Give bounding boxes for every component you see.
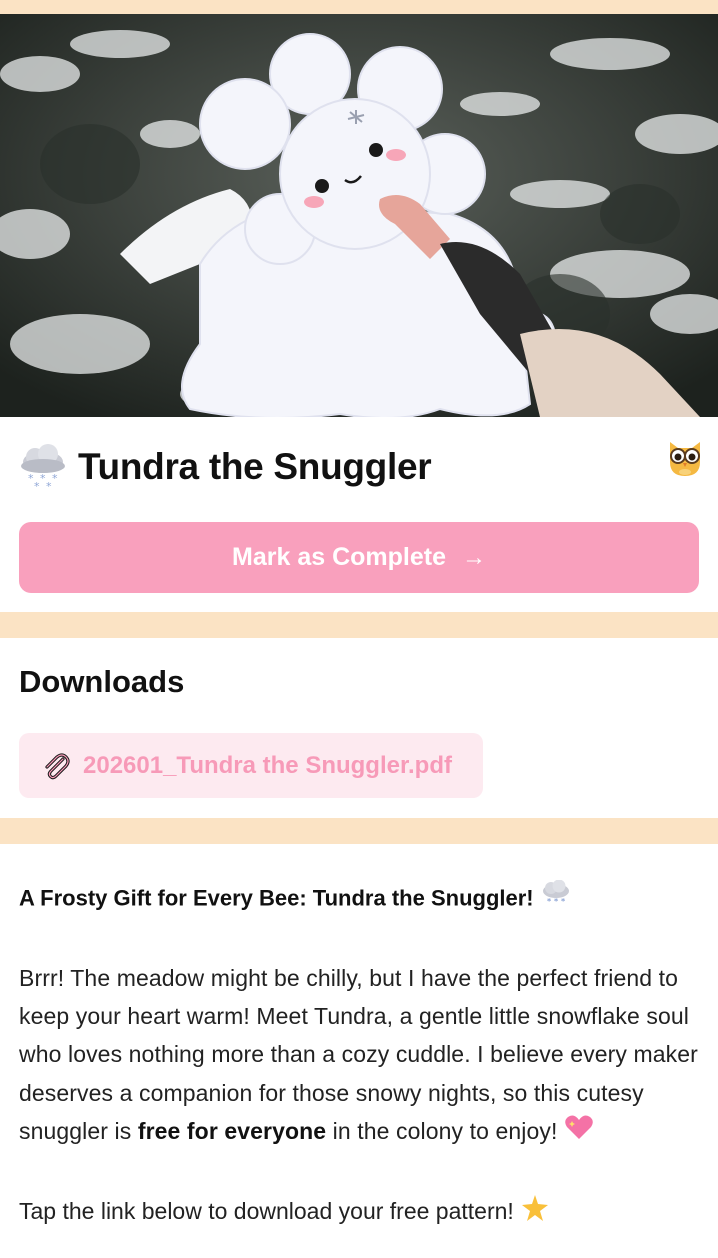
mark-complete-label: Mark as Complete [232,543,446,571]
article-heading-text: A Frosty Gift for Every Bee: Tundra the … [19,885,534,911]
cloud-snow-icon: * * * * * [18,444,68,493]
bold-text: free for everyone [137,1117,327,1144]
svg-text:*: * [34,480,40,490]
snowflake-plush-photo [0,14,718,417]
star-icon [520,1193,550,1234]
svg-text:*: * [547,897,552,906]
file-name: 202601_Tundra the Snuggler.pdf [83,751,452,779]
owl-avatar-icon[interactable] [664,436,706,478]
paperclip-icon [41,751,71,781]
sparkling-heart-icon [564,1113,594,1152]
top-band [0,0,718,14]
svg-text:*: * [46,480,52,490]
download-file-link[interactable]: 202601_Tundra the Snuggler.pdf [19,733,483,798]
section-divider [0,818,718,844]
svg-text:*: * [52,472,58,485]
paragraph-text: in the colony to enjoy! [332,1117,558,1144]
article-body: A Frosty Gift for Every Bee: Tundra the … [19,879,703,1234]
mark-complete-button[interactable]: Mark as Complete → [19,522,699,593]
article-paragraph: Tap the link below to download your free… [19,1192,703,1233]
cloud-snow-icon: * * * [540,879,572,919]
downloads-heading: Downloads [19,664,185,699]
paragraph-text: Tap the link below to download your free… [19,1198,514,1225]
svg-text:*: * [554,897,559,906]
arrow-right-icon: → [461,543,486,571]
pattern-hero-image [0,14,718,417]
article-heading: A Frosty Gift for Every Bee: Tundra the … [19,879,703,919]
article-paragraph: Brrr! The meadow might be chilly, but I … [19,959,703,1152]
title-row: * * * * * Tundra the Snuggler [0,436,718,500]
svg-text:*: * [561,897,566,906]
page-title: Tundra the Snuggler [78,446,432,487]
section-divider [0,612,718,638]
